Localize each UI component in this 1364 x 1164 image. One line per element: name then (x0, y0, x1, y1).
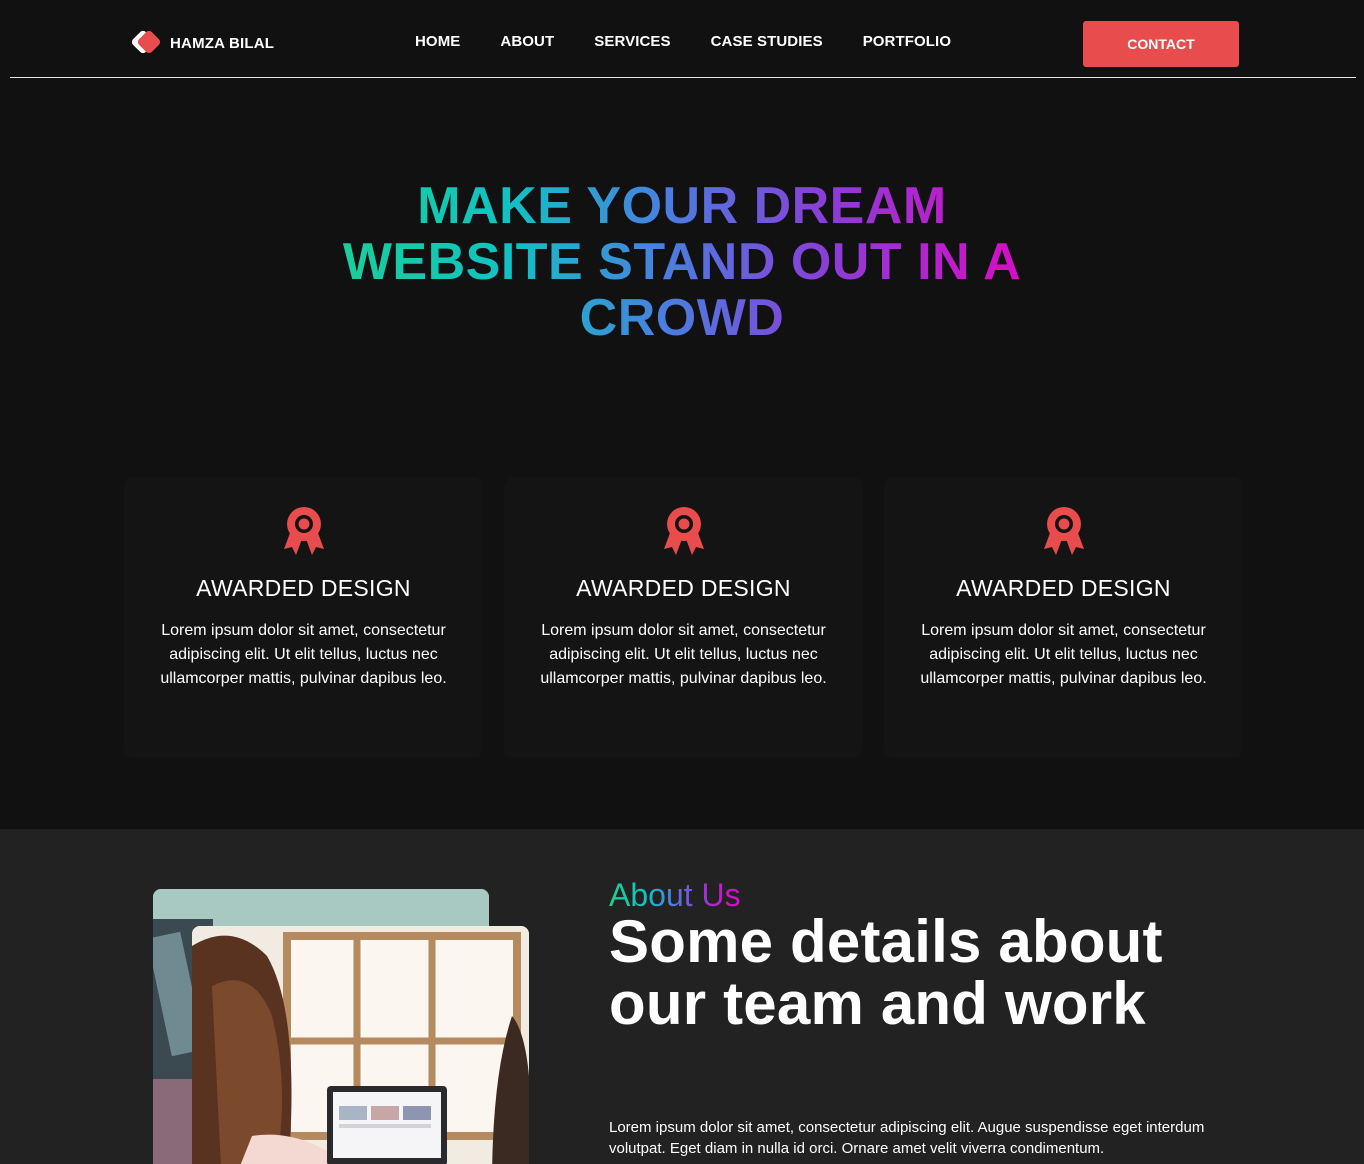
brand-name: HAMZA BILAL (170, 34, 275, 52)
feature-title: AWARDED DESIGN (196, 575, 411, 601)
feature-card: AWARDED DESIGN Lorem ipsum dolor sit ame… (884, 477, 1243, 758)
main-nav: HOME ABOUT SERVICES CASE STUDIES PORTFOL… (415, 33, 991, 50)
woman-laptop-photo-image (192, 926, 529, 1164)
nav-item-case-studies[interactable]: CASE STUDIES (711, 33, 823, 50)
nav-item-about[interactable]: ABOUT (500, 33, 554, 50)
award-ribbon-icon (664, 507, 704, 555)
feature-text: Lorem ipsum dolor sit amet, consectetur … (160, 622, 447, 687)
feature-card: AWARDED DESIGN Lorem ipsum dolor sit ame… (124, 477, 483, 758)
feature-text: Lorem ipsum dolor sit amet, consectetur … (920, 622, 1207, 687)
contact-button[interactable]: CONTACT (1083, 21, 1239, 67)
nav-item-services[interactable]: SERVICES (594, 33, 670, 50)
hero-title-line-2: WEBSITE STAND OUT IN A (282, 234, 1082, 290)
feature-title: AWARDED DESIGN (576, 575, 791, 601)
hero-title-line-3: CROWD (282, 290, 1082, 346)
about-text: Lorem ipsum dolor sit amet, consectetur … (609, 1119, 1205, 1157)
about-heading: Some details about our team and work (609, 908, 1163, 1037)
nav-item-portfolio[interactable]: PORTFOLIO (863, 33, 951, 50)
award-ribbon-icon (1044, 507, 1084, 555)
feature-text: Lorem ipsum dolor sit amet, consectetur … (540, 622, 827, 687)
logo-icon (131, 30, 161, 54)
brand-logo[interactable]: HAMZA BILAL (130, 28, 274, 58)
award-ribbon-icon (284, 507, 324, 555)
about-photo-front (192, 926, 529, 1164)
nav-item-home[interactable]: HOME (415, 33, 460, 50)
feature-title: AWARDED DESIGN (956, 575, 1171, 601)
feature-card: AWARDED DESIGN Lorem ipsum dolor sit ame… (504, 477, 863, 758)
hero-title: MAKE YOUR DREAM WEBSITE STAND OUT IN A C… (282, 178, 1082, 346)
site-header: HAMZA BILAL HOME ABOUT SERVICES CASE STU… (10, 0, 1356, 78)
hero-title-line-1: MAKE YOUR DREAM (282, 178, 1082, 234)
about-section: About Us Some details about our team and… (0, 829, 1364, 1164)
